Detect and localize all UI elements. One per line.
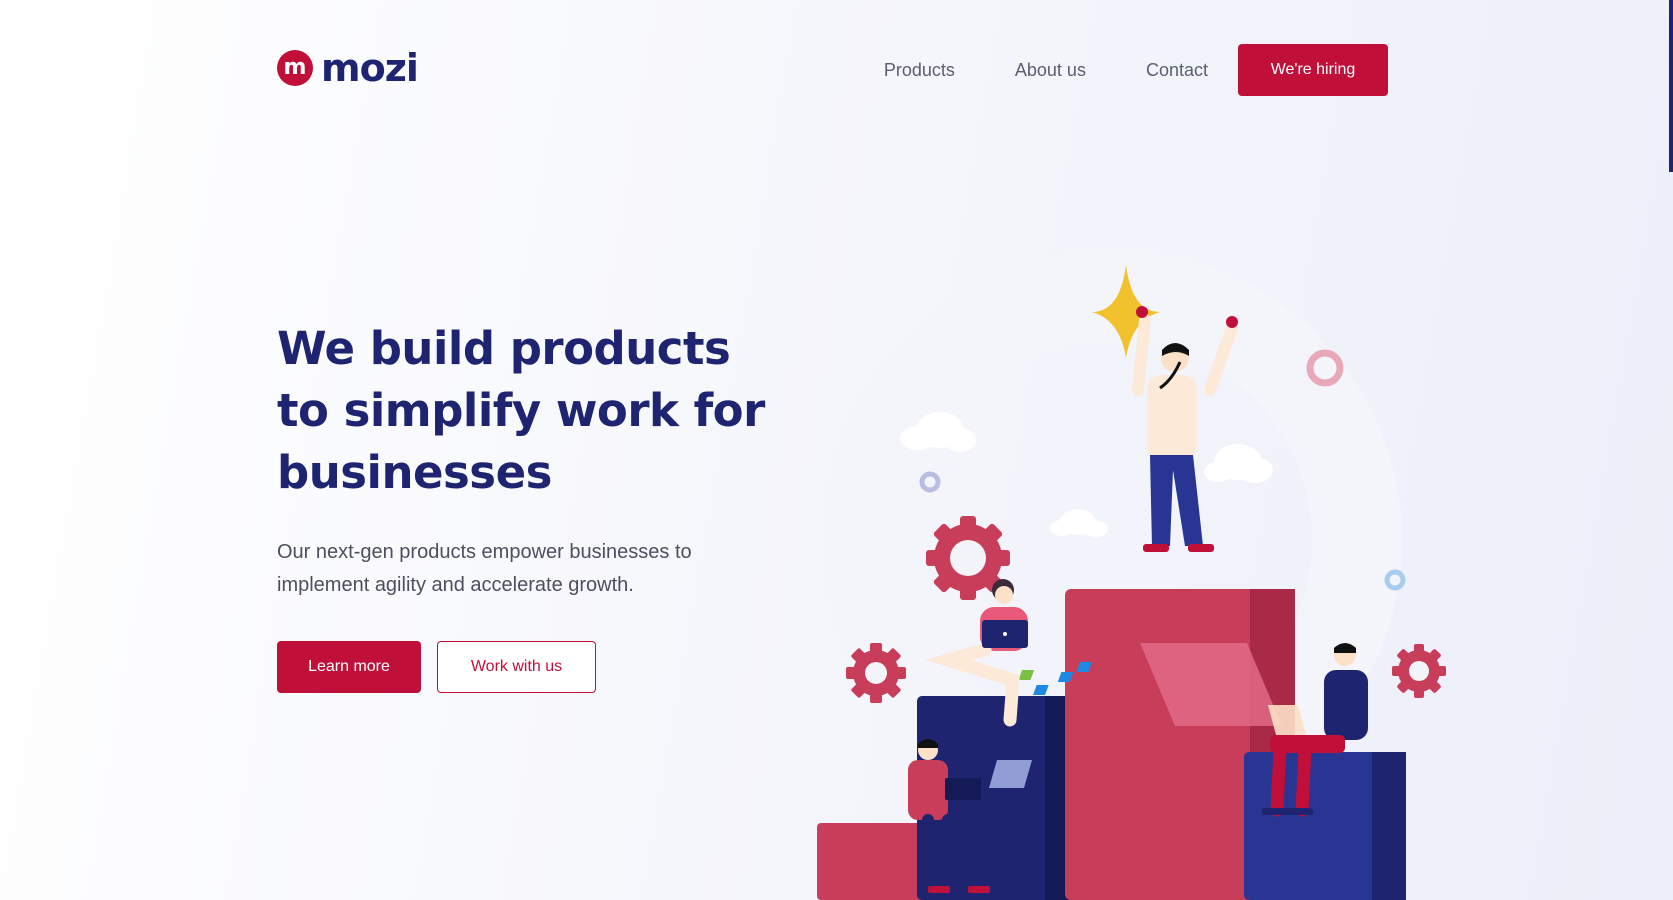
hiring-button[interactable]: We're hiring [1238, 44, 1388, 96]
hero-title: We build products to simplify work for b… [277, 322, 765, 499]
hero-subtitle: Our next-gen products empower businesses… [277, 541, 692, 596]
work-with-us-button[interactable]: Work with us [437, 641, 596, 693]
gear-icon [846, 643, 906, 703]
nav-link-contact[interactable]: Contact [1146, 60, 1208, 81]
nav-link-about-us[interactable]: About us [1015, 60, 1086, 81]
cloud-icon [1204, 444, 1273, 483]
hero-illustration [800, 250, 1460, 900]
logo-mark-icon: m [277, 50, 313, 86]
logo-wordmark: mozi [321, 46, 419, 90]
main-nav: Products About us Contact We're hiring [884, 44, 1388, 96]
decor-ring [919, 471, 941, 493]
cloud-icon [1050, 509, 1108, 537]
brand-logo[interactable]: m mozi [277, 46, 419, 90]
nav-link-products[interactable]: Products [884, 60, 955, 81]
hero-actions: Learn more Work with us [277, 641, 596, 693]
scrollbar-thumb[interactable] [1669, 0, 1673, 172]
gear-icon [1392, 644, 1446, 698]
learn-more-button[interactable]: Learn more [277, 641, 421, 693]
